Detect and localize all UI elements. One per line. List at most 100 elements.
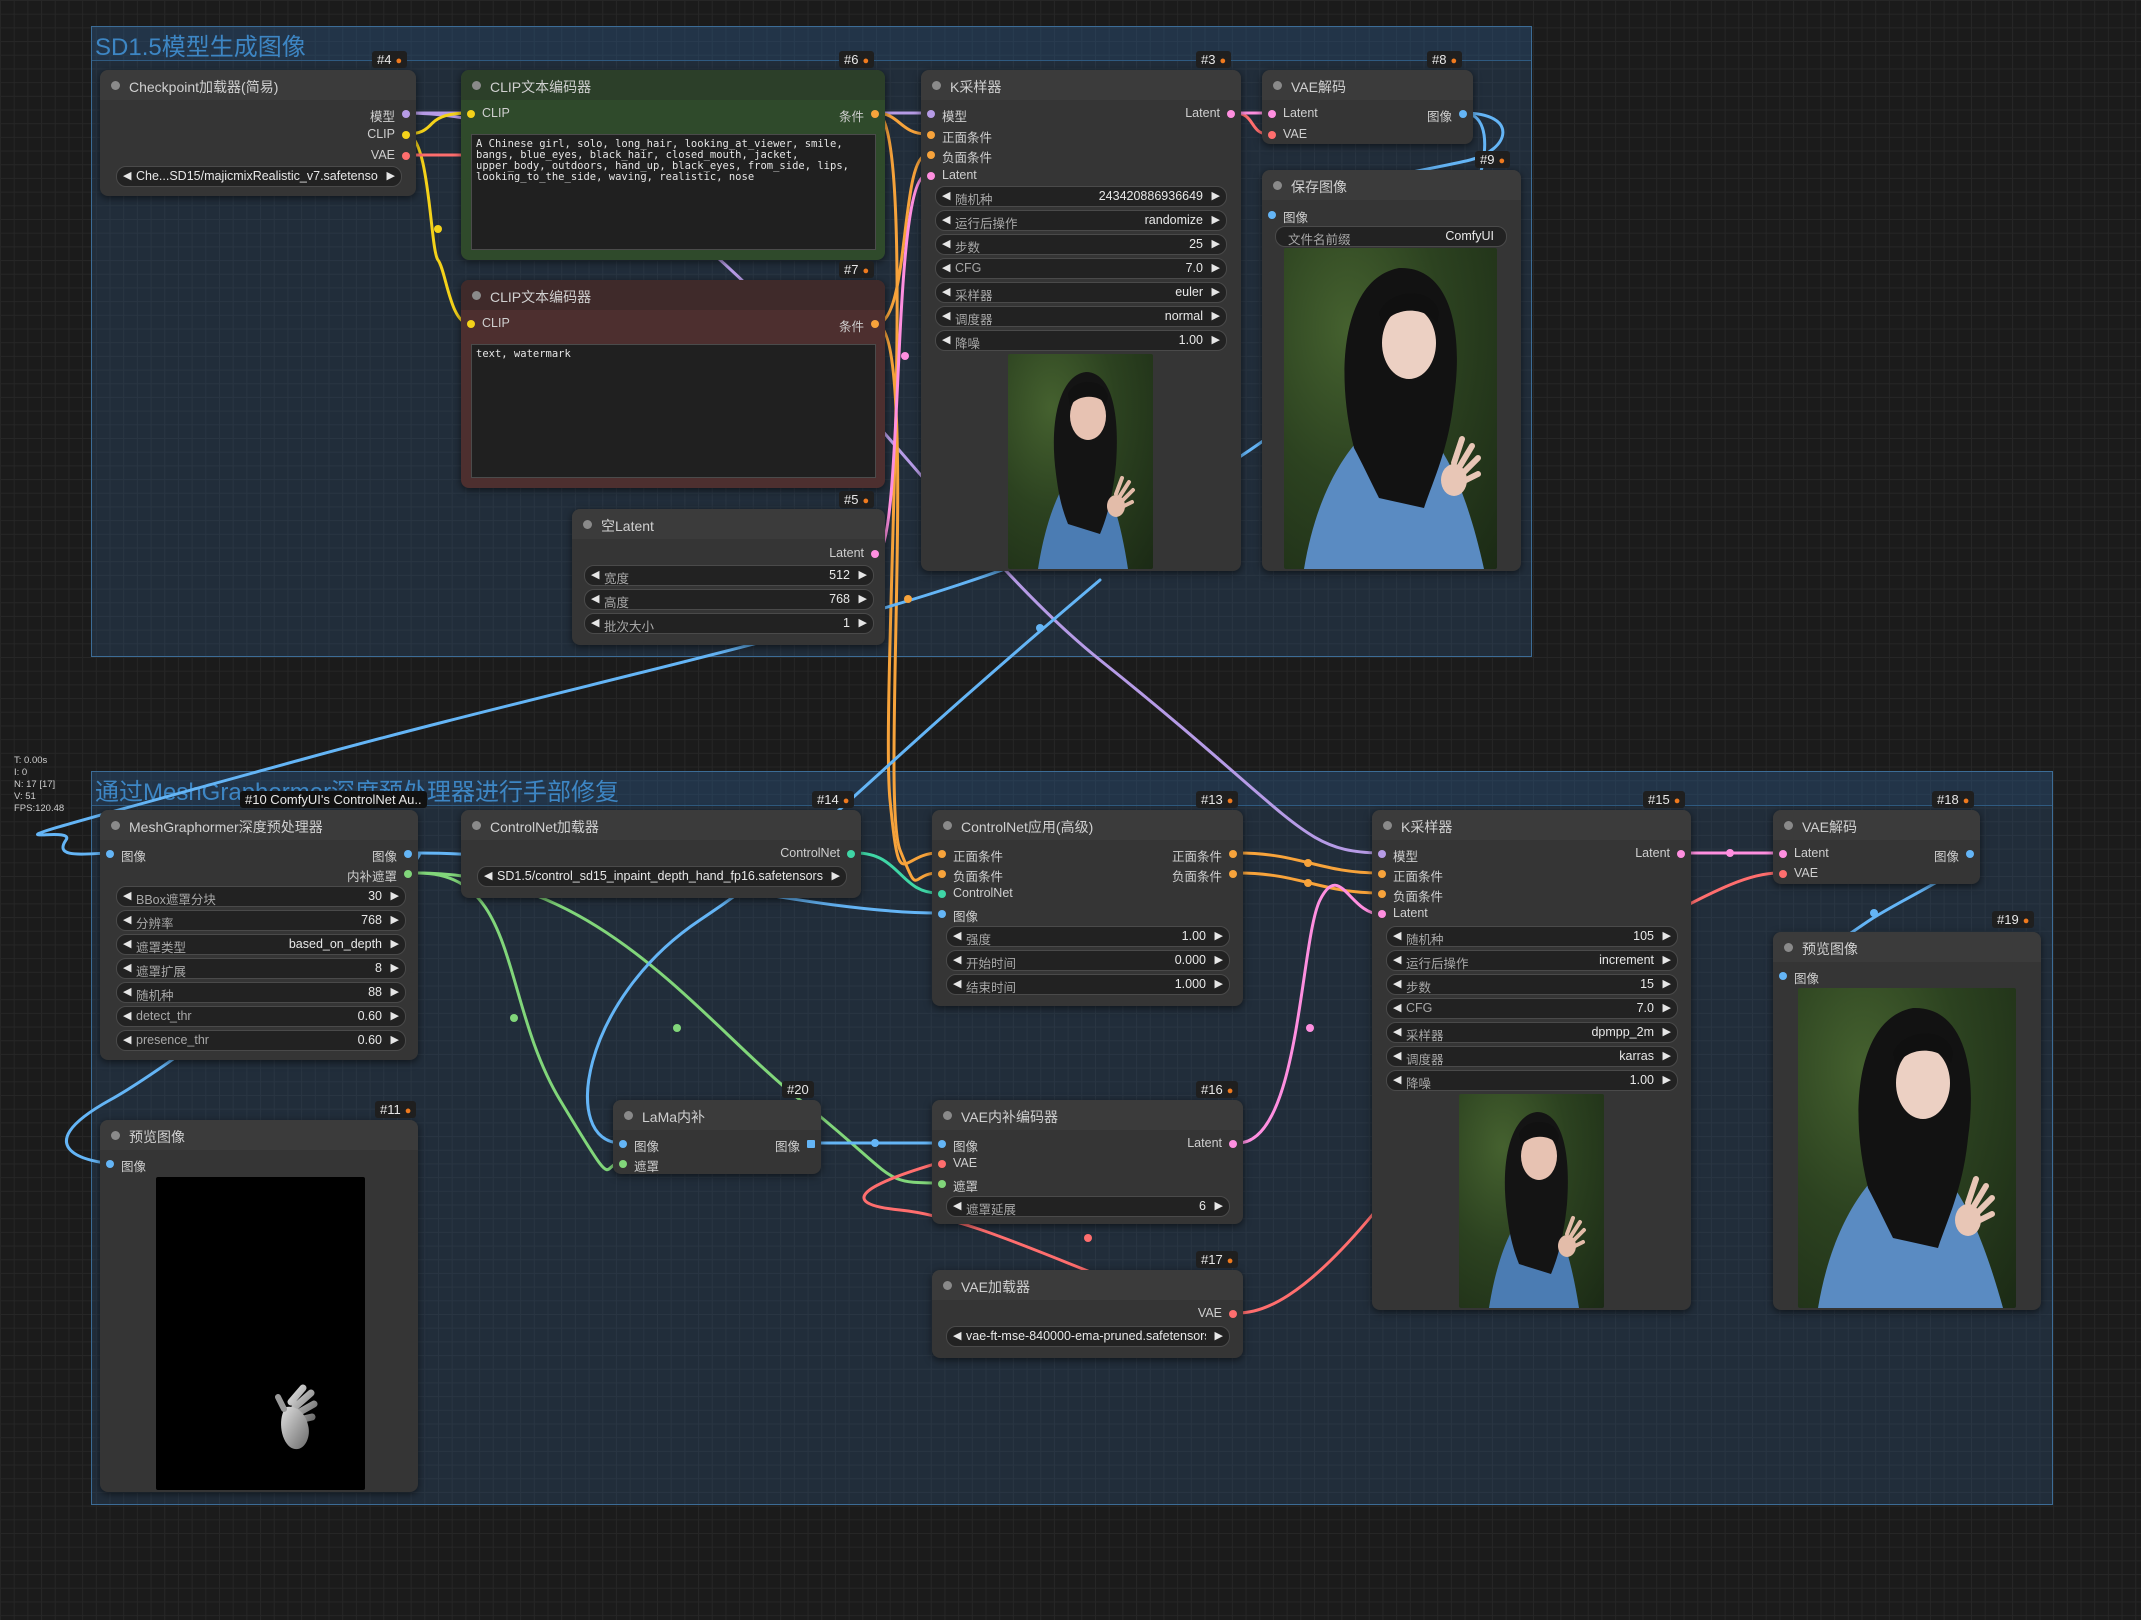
latent-pin-icon[interactable] (1378, 910, 1386, 918)
arrow-left-icon[interactable]: ◀ (942, 189, 950, 202)
arrow-right-icon[interactable]: ▶ (391, 937, 399, 950)
controlnet-name-combo[interactable]: ◀ SD1.5/control_sd15_inpaint_depth_hand_f… (477, 866, 847, 887)
output-image[interactable]: 图像 (775, 1136, 815, 1155)
input-positive[interactable]: 正面条件 (1378, 866, 1443, 885)
collapse-toggle-icon[interactable] (1273, 181, 1282, 190)
conditioning-pin-icon[interactable] (1378, 890, 1386, 898)
steps-widget[interactable]: ◀ 步数 25 ▶ (935, 234, 1227, 255)
sampler-widget[interactable]: ◀ 采样器 euler ▶ (935, 282, 1227, 303)
bbox-mask-padding-widget[interactable]: ◀ BBox遮罩分块 30 ▶ (116, 886, 406, 907)
arrow-right-icon[interactable]: ▶ (1215, 977, 1223, 990)
mask-pin-icon[interactable] (619, 1160, 627, 1168)
collapse-toggle-icon[interactable] (943, 1111, 952, 1120)
input-model[interactable]: 模型 (927, 106, 967, 125)
output-latent[interactable]: Latent (1187, 1136, 1237, 1150)
arrow-left-icon[interactable]: ◀ (484, 869, 492, 882)
image-pin-icon[interactable] (1268, 211, 1276, 219)
collapse-toggle-icon[interactable] (943, 1281, 952, 1290)
cfg-widget[interactable]: ◀ CFG 7.0 ▶ (935, 258, 1227, 279)
arrow-right-icon[interactable]: ▶ (859, 568, 867, 581)
output-vae[interactable]: VAE (371, 148, 410, 162)
arrow-left-icon[interactable]: ◀ (123, 1033, 131, 1046)
control-after-generate-widget[interactable]: ◀ 运行后操作 increment ▶ (1386, 950, 1678, 971)
conditioning-pin-icon[interactable] (927, 131, 935, 139)
controlnet-pin-icon[interactable] (847, 850, 855, 858)
node-controlnet-loader[interactable]: ControlNet加载器 ControlNet ◀ SD1.5/control_… (461, 810, 861, 898)
collapse-toggle-icon[interactable] (1784, 943, 1793, 952)
arrow-left-icon[interactable]: ◀ (942, 237, 950, 250)
arrow-left-icon[interactable]: ◀ (123, 1009, 131, 1022)
seed-widget[interactable]: ◀ 随机种 88 ▶ (116, 982, 406, 1003)
input-positive[interactable]: 正面条件 (927, 127, 992, 146)
image-pin-icon[interactable] (106, 850, 114, 858)
output-image[interactable]: 图像 (372, 846, 412, 865)
conditioning-pin-icon[interactable] (1378, 870, 1386, 878)
arrow-right-icon[interactable]: ▶ (391, 889, 399, 902)
latent-pin-icon[interactable] (927, 172, 935, 180)
node-save-image[interactable]: 保存图像 图像 文件名前缀 ComfyUI (1262, 170, 1521, 571)
steps-widget[interactable]: ◀ 步数 15 ▶ (1386, 974, 1678, 995)
arrow-left-icon[interactable]: ◀ (1393, 1073, 1401, 1086)
input-image[interactable]: 图像 (106, 1156, 146, 1175)
arrow-right-icon[interactable]: ▶ (859, 616, 867, 629)
conditioning-pin-icon[interactable] (927, 151, 935, 159)
grow-mask-widget[interactable]: ◀ 遮罩延展 6 ▶ (946, 1196, 1230, 1217)
image-pin-icon[interactable] (938, 1140, 946, 1148)
input-latent[interactable]: Latent (1779, 846, 1829, 860)
output-conditioning[interactable]: 条件 (839, 316, 879, 335)
image-pin-icon[interactable] (1459, 110, 1467, 118)
vae-pin-icon[interactable] (938, 1160, 946, 1168)
input-image[interactable]: 图像 (619, 1136, 659, 1155)
input-latent[interactable]: Latent (1268, 106, 1318, 120)
conditioning-pin-icon[interactable] (1229, 870, 1237, 878)
mask-expand-widget[interactable]: ◀ 遮罩扩展 8 ▶ (116, 958, 406, 979)
arrow-left-icon[interactable]: ◀ (123, 889, 131, 902)
output-clip[interactable]: CLIP (367, 127, 410, 141)
mask-pin-icon[interactable] (938, 1180, 946, 1188)
arrow-right-icon[interactable]: ▶ (1212, 333, 1220, 346)
seed-widget[interactable]: ◀ 随机种 243420886936649 ▶ (935, 186, 1227, 207)
arrow-right-icon[interactable]: ▶ (1663, 929, 1671, 942)
arrow-right-icon[interactable]: ▶ (1212, 237, 1220, 250)
arrow-left-icon[interactable]: ◀ (123, 913, 131, 926)
output-positive[interactable]: 正面条件 (1172, 846, 1237, 865)
arrow-right-icon[interactable]: ▶ (387, 169, 395, 182)
arrow-right-icon[interactable]: ▶ (1212, 285, 1220, 298)
image-pin-icon[interactable] (1779, 972, 1787, 980)
input-clip[interactable]: CLIP (467, 316, 510, 330)
ckpt-name-combo[interactable]: ◀ Che...SD15/majicmixRealistic_v7.safete… (116, 166, 402, 187)
arrow-left-icon[interactable]: ◀ (942, 213, 950, 226)
end-percent-widget[interactable]: ◀ 结束时间 1.000 ▶ (946, 974, 1230, 995)
output-model[interactable]: 模型 (370, 106, 410, 125)
input-image[interactable]: 图像 (1779, 968, 1819, 987)
node-vae-decode-1[interactable]: VAE解码 Latent VAE 图像 (1262, 70, 1473, 144)
batch-size-widget[interactable]: ◀ 批次大小 1 ▶ (584, 613, 874, 634)
arrow-right-icon[interactable]: ▶ (1663, 953, 1671, 966)
output-image[interactable]: 图像 (1427, 106, 1467, 125)
node-clip-text-negative[interactable]: CLIP文本编码器 CLIP 条件 text, watermark (461, 280, 885, 488)
seed-widget[interactable]: ◀ 随机种 105 ▶ (1386, 926, 1678, 947)
arrow-right-icon[interactable]: ▶ (1663, 1073, 1671, 1086)
collapse-toggle-icon[interactable] (472, 81, 481, 90)
node-ksampler-1[interactable]: K采样器 模型 正面条件 负面条件 Latent Latent ◀ 随机种 2434… (921, 70, 1241, 571)
collapse-toggle-icon[interactable] (583, 520, 592, 529)
node-vae-encode-inpaint[interactable]: VAE内补编码器 图像 VAE 遮罩 Latent ◀ 遮罩延展 6 ▶ (932, 1100, 1243, 1224)
arrow-right-icon[interactable]: ▶ (1212, 213, 1220, 226)
arrow-left-icon[interactable]: ◀ (953, 977, 961, 990)
clip-pin-icon[interactable] (467, 320, 475, 328)
arrow-left-icon[interactable]: ◀ (1393, 1049, 1401, 1062)
node-ksampler-2[interactable]: K采样器 模型 正面条件 负面条件 Latent Latent ◀ 随机种 105 ▶… (1372, 810, 1691, 1310)
arrow-left-icon[interactable]: ◀ (591, 568, 599, 581)
vae-pin-icon[interactable] (402, 152, 410, 160)
presence-thr-widget[interactable]: ◀ presence_thr 0.60 ▶ (116, 1030, 406, 1051)
arrow-left-icon[interactable]: ◀ (1393, 1025, 1401, 1038)
input-negative[interactable]: 负面条件 (927, 147, 992, 166)
conditioning-pin-icon[interactable] (871, 110, 879, 118)
input-positive[interactable]: 正面条件 (938, 846, 1003, 865)
input-mask[interactable]: 遮罩 (619, 1156, 659, 1175)
conditioning-pin-icon[interactable] (871, 320, 879, 328)
latent-pin-icon[interactable] (1677, 850, 1685, 858)
arrow-left-icon[interactable]: ◀ (123, 985, 131, 998)
depth-mask-preview[interactable] (156, 1177, 365, 1490)
arrow-right-icon[interactable]: ▶ (832, 869, 840, 882)
